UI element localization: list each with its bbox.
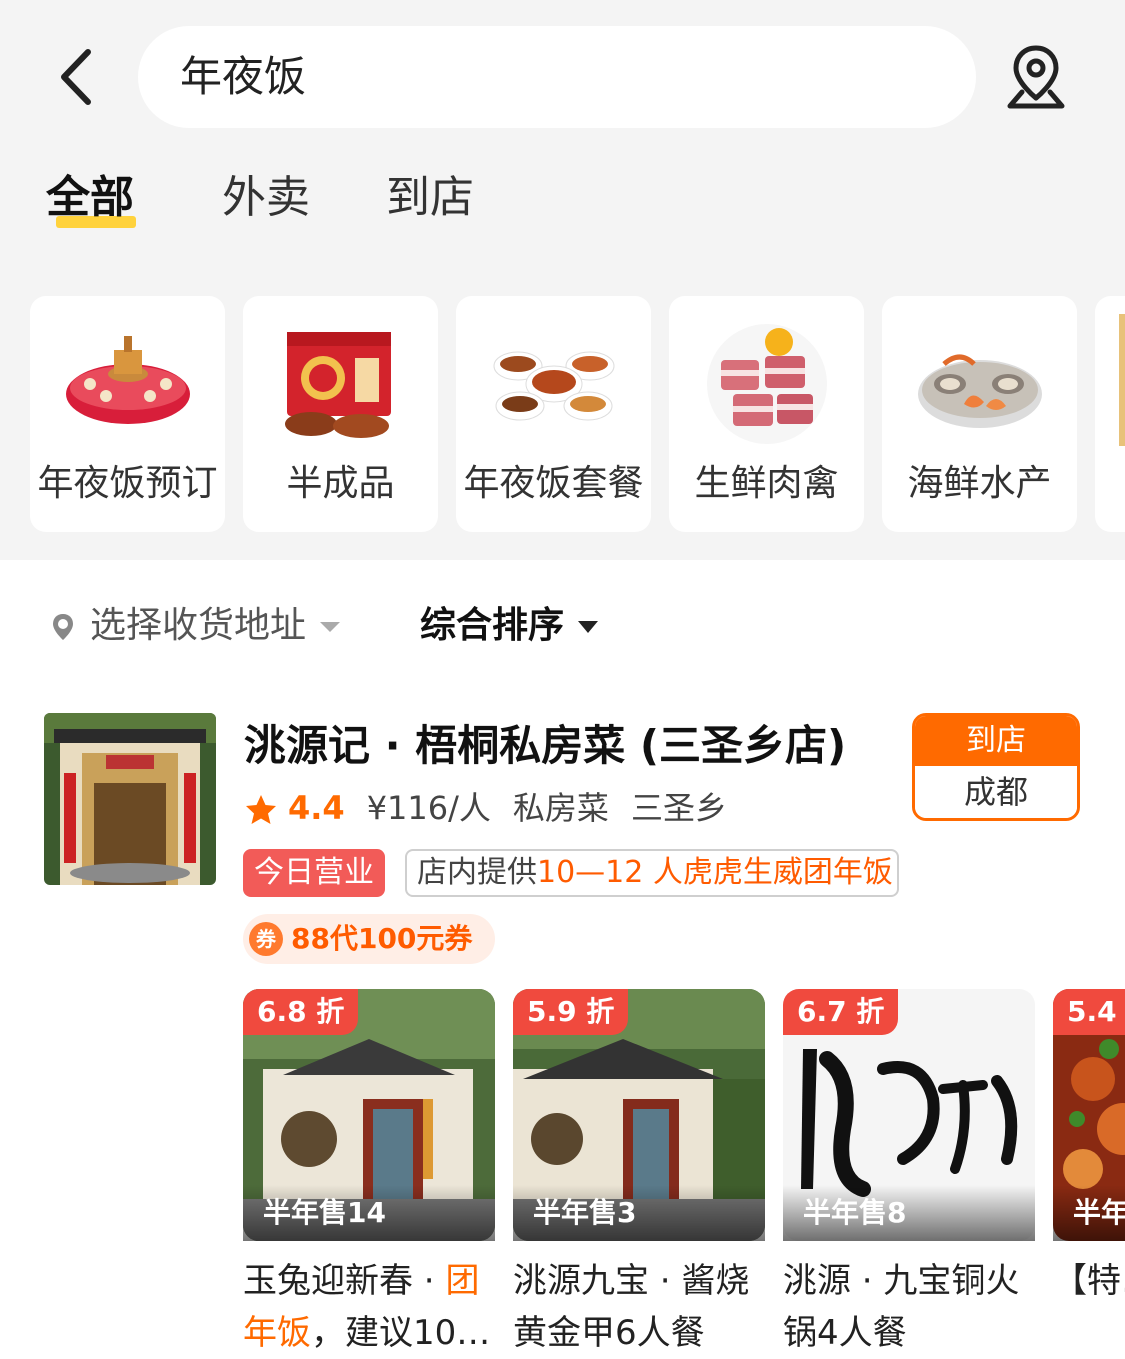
search-query: 年夜饭 bbox=[180, 52, 307, 101]
dropdown-arrow-icon bbox=[320, 622, 341, 632]
sort-filter-label: 综合排序 bbox=[420, 605, 565, 646]
deal-title-text: 洮源九宝 · 酱烧黄金甲6人餐 bbox=[513, 1261, 750, 1353]
category-label: 海鲜水产 bbox=[907, 463, 1052, 504]
category-card[interactable]: 年夜饭套餐 bbox=[456, 296, 651, 532]
hotpot-table-photo bbox=[66, 336, 190, 424]
coupon-text: 88代100元券 bbox=[291, 922, 473, 955]
discount-badge: 5.4 折 bbox=[1053, 989, 1125, 1035]
header-area: 年夜饭 全部 外卖 到店 年夜饭预订 半成品 年夜饭套餐 生鲜肉禽 海鲜水产 bbox=[0, 0, 1125, 560]
deal-title: 洮源九宝 · 酱烧黄金甲6人餐 bbox=[513, 1255, 773, 1359]
avg-price: ¥116/人 bbox=[366, 789, 491, 827]
dropdown-arrow-icon bbox=[578, 621, 599, 633]
deal-title: 洮源 · 九宝铜火锅4人餐 bbox=[783, 1255, 1043, 1359]
category-label: 生鲜肉禽 bbox=[694, 463, 839, 504]
deal-card[interactable]: 5.4 折 半年售 【特…人餐 bbox=[1053, 989, 1125, 1359]
deal-title-text: 玉兔迎新春 · bbox=[243, 1261, 446, 1301]
tab-in-store[interactable]: 到店 bbox=[386, 168, 474, 228]
coupon-badge[interactable]: 券 88代100元券 bbox=[243, 914, 495, 964]
sort-filter[interactable]: 综合排序 bbox=[420, 598, 599, 654]
location-dot-icon bbox=[53, 614, 73, 640]
deal-card[interactable]: 6.7 折 半年售8 洮源 · 九宝铜火锅4人餐 bbox=[783, 989, 1035, 1359]
back-button[interactable] bbox=[50, 42, 110, 112]
category-card[interactable]: 半成品 bbox=[243, 296, 438, 532]
category-card[interactable] bbox=[1095, 296, 1125, 532]
category-label: 年夜饭套餐 bbox=[463, 463, 644, 504]
promo-prefix: 店内提供 bbox=[417, 855, 537, 890]
sold-count: 半年售 bbox=[1053, 1185, 1125, 1241]
category-label: 年夜饭预订 bbox=[37, 463, 218, 504]
deal-card[interactable]: 6.8 折 半年售14 玉兔迎新春 · 团年饭，建议10… bbox=[243, 989, 495, 1359]
shop-area: 三圣乡 bbox=[630, 789, 727, 827]
gift-box-photo bbox=[285, 332, 391, 438]
city-badge: 成都 bbox=[915, 766, 1077, 818]
seafood-plate-photo bbox=[918, 354, 1042, 428]
shop-photo[interactable] bbox=[44, 713, 216, 885]
shop-meta: 4.4 ¥116/人 私房菜 三圣乡 bbox=[244, 784, 727, 832]
category-label: 半成品 bbox=[286, 463, 395, 504]
promo-tag: 店内提供10—12 人虎虎生威团年饭 bbox=[405, 849, 899, 897]
deal-card[interactable]: 5.9 折 半年售3 洮源九宝 · 酱烧黄金甲6人餐 bbox=[513, 989, 765, 1359]
sold-count: 半年售3 bbox=[513, 1185, 765, 1241]
in-store-badge: 到店 bbox=[915, 716, 1077, 766]
dishes-platter-photo bbox=[493, 351, 615, 421]
deal-title-text: 洮源 · 九宝铜火锅4人餐 bbox=[783, 1261, 1020, 1353]
address-filter-label: 选择收货地址 bbox=[90, 605, 307, 646]
map-pin-icon bbox=[1007, 45, 1065, 109]
discount-badge: 6.8 折 bbox=[243, 989, 359, 1035]
category-scroller[interactable]: 年夜饭预订 半成品 年夜饭套餐 生鲜肉禽 海鲜水产 bbox=[30, 296, 1125, 532]
tab-delivery[interactable]: 外卖 bbox=[222, 168, 310, 228]
deal-scroller[interactable]: 6.8 折 半年售14 玉兔迎新春 · 团年饭，建议10… 5.9 折 半年售3… bbox=[243, 989, 1125, 1359]
category-photo bbox=[1119, 314, 1125, 446]
pork-belly-photo bbox=[707, 324, 827, 444]
shop-name[interactable]: 洮源记 · 梧桐私房菜 (三圣乡店) bbox=[244, 716, 846, 776]
coupon-icon: 券 bbox=[249, 922, 283, 956]
tab-all[interactable]: 全部 bbox=[46, 168, 134, 228]
map-location-button[interactable] bbox=[1000, 42, 1072, 112]
discount-badge: 5.9 折 bbox=[513, 989, 629, 1035]
in-store-city-badge[interactable]: 到店 成都 bbox=[912, 713, 1080, 821]
sold-count: 半年售14 bbox=[243, 1185, 495, 1241]
address-filter[interactable]: 选择收货地址 bbox=[50, 598, 341, 654]
search-input[interactable]: 年夜饭 bbox=[138, 26, 976, 128]
deal-title: 【特…人餐 bbox=[1053, 1255, 1125, 1307]
category-card[interactable]: 海鲜水产 bbox=[882, 296, 1077, 532]
deal-title-text: 【特…人餐 bbox=[1053, 1261, 1125, 1301]
cuisine-type: 私房菜 bbox=[512, 789, 609, 827]
promo-highlight: 10—12 人虎虎生威团年饭 bbox=[537, 855, 893, 890]
deal-title: 玉兔迎新春 · 团年饭，建议10… bbox=[243, 1255, 503, 1359]
chevron-left-icon bbox=[61, 49, 91, 105]
category-card[interactable]: 年夜饭预订 bbox=[30, 296, 225, 532]
discount-badge: 6.7 折 bbox=[783, 989, 899, 1035]
open-today-tag: 今日营业 bbox=[243, 849, 385, 897]
shop-entrance-photo bbox=[44, 713, 216, 885]
category-card[interactable]: 生鲜肉禽 bbox=[669, 296, 864, 532]
star-icon bbox=[246, 795, 276, 824]
deal-title-text: ，建议10… bbox=[311, 1313, 491, 1353]
sold-count: 半年售8 bbox=[783, 1185, 1035, 1241]
rating-score: 4.4 bbox=[288, 789, 345, 827]
